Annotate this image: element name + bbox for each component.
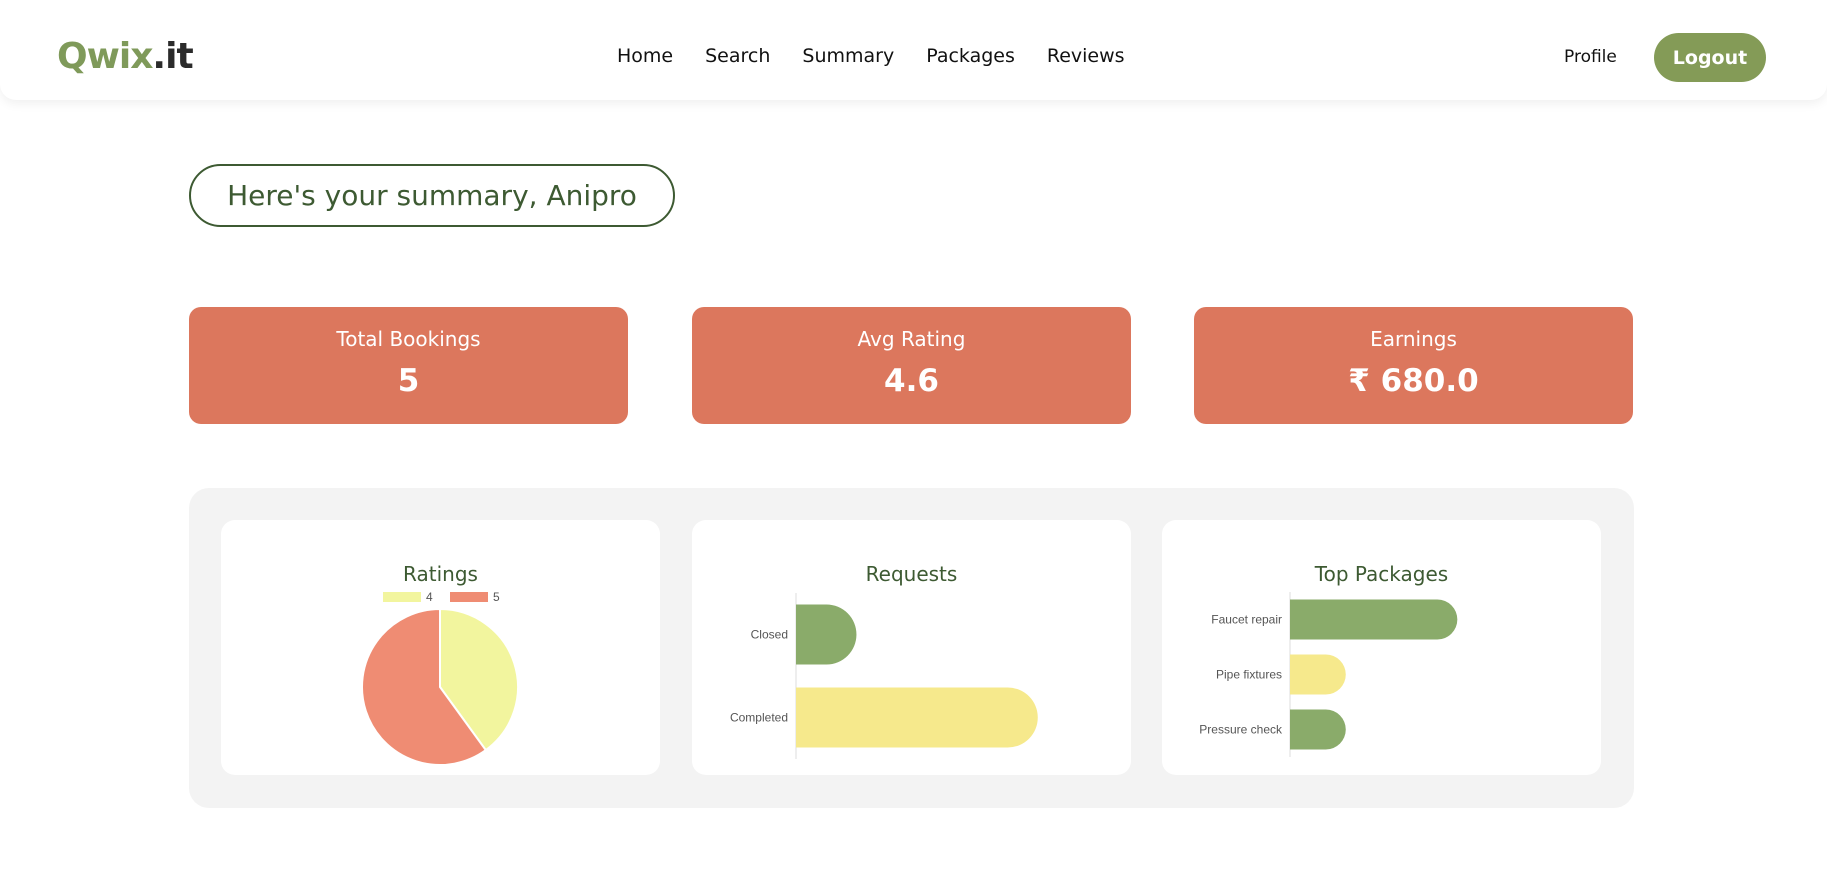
tick-label: Closed xyxy=(751,628,788,642)
nav-home[interactable]: Home xyxy=(617,45,673,67)
legend-label-5: 5 xyxy=(493,590,500,604)
profile-link[interactable]: Profile xyxy=(1564,47,1617,67)
stat-card-total-bookings: Total Bookings 5 xyxy=(189,307,628,424)
bar-pressure-check[interactable] xyxy=(1290,709,1346,750)
logo[interactable]: Qwix.it xyxy=(57,36,194,77)
stat-label: Earnings xyxy=(1370,327,1457,351)
stat-card-avg-rating: Avg Rating 4.6 xyxy=(692,307,1131,424)
bar-pipe-fixtures[interactable] xyxy=(1290,654,1346,695)
nav-search[interactable]: Search xyxy=(705,45,770,67)
charts-panel: Ratings 45 Requests Closed Completed Top … xyxy=(189,488,1634,808)
stat-value: ₹ 680.0 xyxy=(1348,363,1479,399)
legend-swatch-4[interactable] xyxy=(383,592,421,602)
packages-bar-chart: Faucet repair Pipe fixtures Pressure check xyxy=(1199,592,1458,757)
nav-packages[interactable]: Packages xyxy=(926,45,1015,67)
packages-chart-card: Top Packages Faucet repair Pipe fixtures P… xyxy=(1162,520,1601,775)
legend-label-4: 4 xyxy=(426,590,433,604)
bar-completed[interactable] xyxy=(796,687,1038,748)
logout-button[interactable]: Logout xyxy=(1654,33,1766,82)
tick-label: Completed xyxy=(730,711,788,725)
ratings-pie-chart: 45 xyxy=(361,590,519,766)
stat-label: Avg Rating xyxy=(857,327,966,351)
stat-value: 4.6 xyxy=(884,363,939,399)
requests-bar-chart: Closed Completed xyxy=(730,593,1038,759)
logo-brand: Qwix xyxy=(57,36,153,77)
nav-reviews[interactable]: Reviews xyxy=(1047,45,1125,67)
navbar: Qwix.it Home Search Summary Packages Rev… xyxy=(0,0,1827,100)
stat-value: 5 xyxy=(397,363,420,399)
requests-chart-card: Requests Closed Completed xyxy=(692,520,1131,775)
tick-label: Faucet repair xyxy=(1211,613,1282,627)
bar-faucet-repair[interactable] xyxy=(1290,599,1458,640)
ratings-chart-card: Ratings 45 xyxy=(221,520,660,775)
logo-tld: .it xyxy=(152,36,193,77)
nav-summary[interactable]: Summary xyxy=(802,45,894,67)
legend-swatch-5[interactable] xyxy=(450,592,488,602)
summary-greeting: Here's your summary, Anipro xyxy=(189,164,675,227)
tick-label: Pipe fixtures xyxy=(1216,668,1282,682)
stat-label: Total Bookings xyxy=(336,327,481,351)
nav-links: Home Search Summary Packages Reviews xyxy=(617,45,1125,67)
bar-closed[interactable] xyxy=(796,604,857,665)
stat-card-earnings: Earnings ₹ 680.0 xyxy=(1194,307,1633,424)
tick-label: Pressure check xyxy=(1199,723,1283,737)
